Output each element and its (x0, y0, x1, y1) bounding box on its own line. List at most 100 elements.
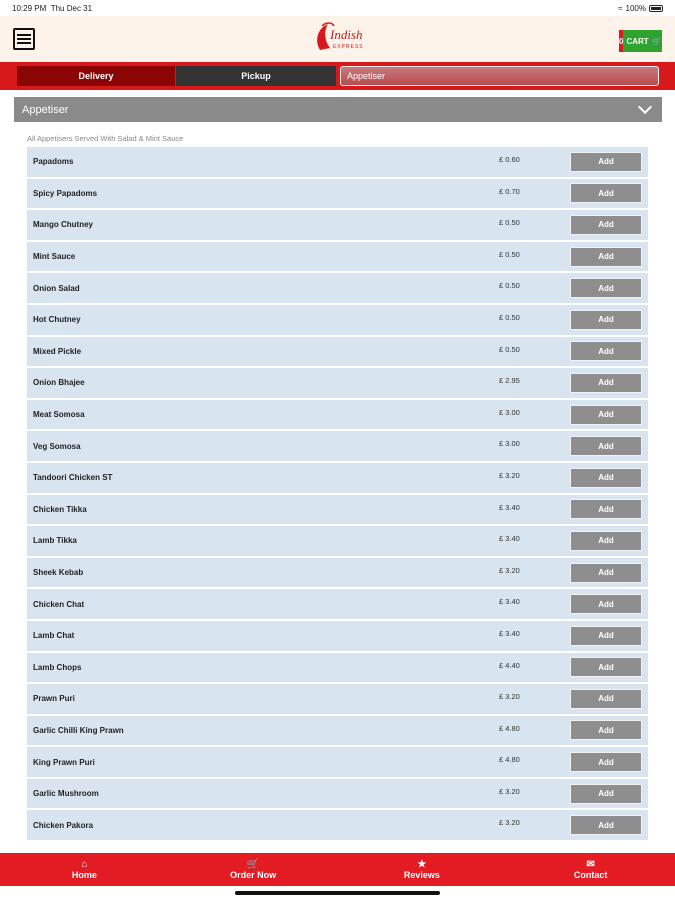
add-to-cart-button[interactable]: Add (570, 246, 642, 267)
menu-item-price: £ 0.50 (499, 218, 520, 228)
menu-item-price: £ 0.50 (499, 344, 520, 354)
tab-delivery[interactable]: Delivery (17, 66, 175, 86)
menu-item-row: Meat Somosa £ 3.00 Add (27, 399, 648, 432)
menu-item-row: Chicken Tikka £ 3.40 Add (27, 494, 648, 527)
menu-item-price: £ 3.20 (499, 565, 520, 575)
nav-label: Order Now (230, 870, 277, 880)
category-dropdown[interactable]: Appetiser (340, 66, 659, 86)
menu-line (17, 38, 31, 40)
menu-item-row: Veg Somosa £ 3.00 Add (27, 431, 648, 463)
menu-item-name: Onion Bhajee (33, 378, 85, 388)
nav-order-now[interactable]: 🛒 Order Now (178, 853, 328, 886)
envelope-icon: ✉ (586, 859, 595, 870)
add-to-cart-button[interactable]: Add (570, 815, 642, 836)
section-header-appetiser[interactable]: Appetiser (14, 97, 662, 122)
menu-item-name: Chicken Chat (33, 599, 85, 609)
section-note: All Appetisers Served With Salad & Mint … (27, 134, 184, 143)
menu-item-row: Lamb Chops £ 4.40 Add (27, 652, 648, 685)
add-to-cart-button[interactable]: Add (570, 499, 642, 520)
add-to-cart-button[interactable]: Add (570, 783, 642, 804)
cart-button[interactable]: 0 CART 🛒 (619, 30, 662, 52)
menu-item-name: Hot Chutney (33, 315, 81, 325)
menu-item-list: Papadoms £ 0.60 Add Spicy Papadoms £ 0.70 Add… (27, 147, 648, 843)
section-title: Appetiser (22, 103, 69, 116)
logo-subtext: EXPRESS (333, 44, 364, 50)
menu-item-price: £ 4.80 (499, 755, 520, 765)
menu-item-name: Meat Somosa (33, 410, 85, 420)
add-to-cart-button[interactable]: Add (570, 530, 642, 551)
add-to-cart-button[interactable]: Add (570, 404, 642, 425)
add-to-cart-button[interactable]: Add (570, 309, 642, 330)
add-to-cart-button[interactable]: Add (570, 720, 642, 741)
menu-item-name: Spicy Papadoms (33, 188, 98, 198)
menu-item-name: Veg Somosa (33, 441, 81, 451)
menu-line (17, 34, 31, 36)
menu-item-price: £ 0.50 (499, 281, 520, 291)
date-text: Thu Dec 31 (50, 3, 93, 13)
menu-item-price: £ 3.40 (499, 628, 520, 638)
logo-text: Indish (330, 27, 363, 42)
menu-item-row: Spicy Papadoms £ 0.70 Add (27, 178, 648, 211)
menu-item-name: Mixed Pickle (33, 346, 82, 356)
menu-item-price: £ 0.70 (499, 186, 520, 196)
menu-item-row: Hot Chutney £ 0.50 Add (27, 304, 648, 337)
add-to-cart-button[interactable]: Add (570, 657, 642, 678)
menu-item-row: Sheek Kebab £ 3.20 Add (27, 557, 648, 590)
menu-item-row: Lamb Tikka £ 3.40 Add (27, 526, 648, 558)
tab-pickup[interactable]: Pickup (176, 66, 336, 86)
menu-item-name: Chicken Tikka (33, 504, 87, 514)
menu-item-name: Chicken Pakora (33, 820, 94, 830)
menu-item-price: £ 3.20 (499, 692, 520, 702)
add-to-cart-button[interactable]: Add (570, 151, 642, 172)
nav-label: Contact (573, 870, 608, 880)
add-to-cart-button[interactable]: Add (570, 341, 642, 362)
add-to-cart-button[interactable]: Add (570, 752, 642, 773)
nav-label: Home (71, 870, 97, 880)
cart-count-badge: 0 (619, 30, 624, 52)
nav-contact[interactable]: ✉ Contact (516, 853, 666, 886)
menu-item-price: £ 3.00 (499, 407, 520, 417)
menu-item-name: Lamb Chat (33, 631, 75, 641)
menu-item-name: Mint Sauce (33, 252, 76, 262)
menu-item-row: King Prawn Puri £ 4.80 Add (27, 747, 648, 779)
add-to-cart-button[interactable]: Add (570, 688, 642, 709)
add-to-cart-button[interactable]: Add (570, 594, 642, 615)
menu-item-row: Papadoms £ 0.60 Add (27, 147, 648, 179)
battery-text: 100% (625, 3, 646, 13)
menu-item-price: £ 3.20 (499, 818, 520, 828)
add-to-cart-button[interactable]: Add (570, 214, 642, 235)
nav-reviews[interactable]: ★ Reviews (347, 853, 497, 886)
menu-item-name: Prawn Puri (33, 694, 75, 704)
menu-item-name: Sheek Kebab (33, 568, 84, 578)
menu-line (17, 42, 31, 44)
hamburger-menu-button[interactable] (13, 28, 35, 50)
nav-home[interactable]: ⌂ Home (9, 853, 159, 886)
menu-item-row: Lamb Chat £ 3.40 Add (27, 620, 648, 653)
add-to-cart-button[interactable]: Add (570, 183, 642, 204)
wifi-icon: ≈ (618, 3, 623, 13)
menu-item-price: £ 4.40 (499, 660, 520, 670)
menu-item-price: £ 3.40 (499, 502, 520, 512)
menu-item-name: Tandoori Chicken ST (33, 473, 113, 483)
add-to-cart-button[interactable]: Add (570, 372, 642, 393)
add-to-cart-button[interactable]: Add (570, 625, 642, 646)
menu-item-price: £ 0.60 (499, 155, 520, 164)
menu-item-row: Prawn Puri £ 3.20 Add (27, 684, 648, 716)
menu-item-name: Lamb Chops (33, 662, 82, 672)
add-to-cart-button[interactable]: Add (570, 467, 642, 488)
menu-item-row: Tandoori Chicken ST £ 3.20 Add (27, 462, 648, 495)
menu-item-price: £ 3.40 (499, 597, 520, 607)
menu-item-row: Chicken Chat £ 3.40 Add (27, 589, 648, 621)
menu-item-name: Mango Chutney (33, 220, 93, 230)
add-to-cart-button[interactable]: Add (570, 436, 642, 457)
menu-item-row: Mango Chutney £ 0.50 Add (27, 210, 648, 242)
menu-item-row: Mixed Pickle £ 0.50 Add (27, 336, 648, 369)
bottom-nav: ⌂ Home 🛒 Order Now ★ Reviews ✉ Contact (0, 853, 675, 886)
menu-item-row: Chicken Pakora £ 3.20 Add (27, 810, 648, 843)
menu-item-price: £ 3.20 (499, 470, 520, 480)
menu-item-price: £ 3.40 (499, 534, 520, 544)
menu-item-name: Onion Salad (33, 283, 80, 293)
add-to-cart-button[interactable]: Add (570, 278, 642, 299)
add-to-cart-button[interactable]: Add (570, 562, 642, 583)
menu-item-name: Papadoms (33, 157, 74, 167)
